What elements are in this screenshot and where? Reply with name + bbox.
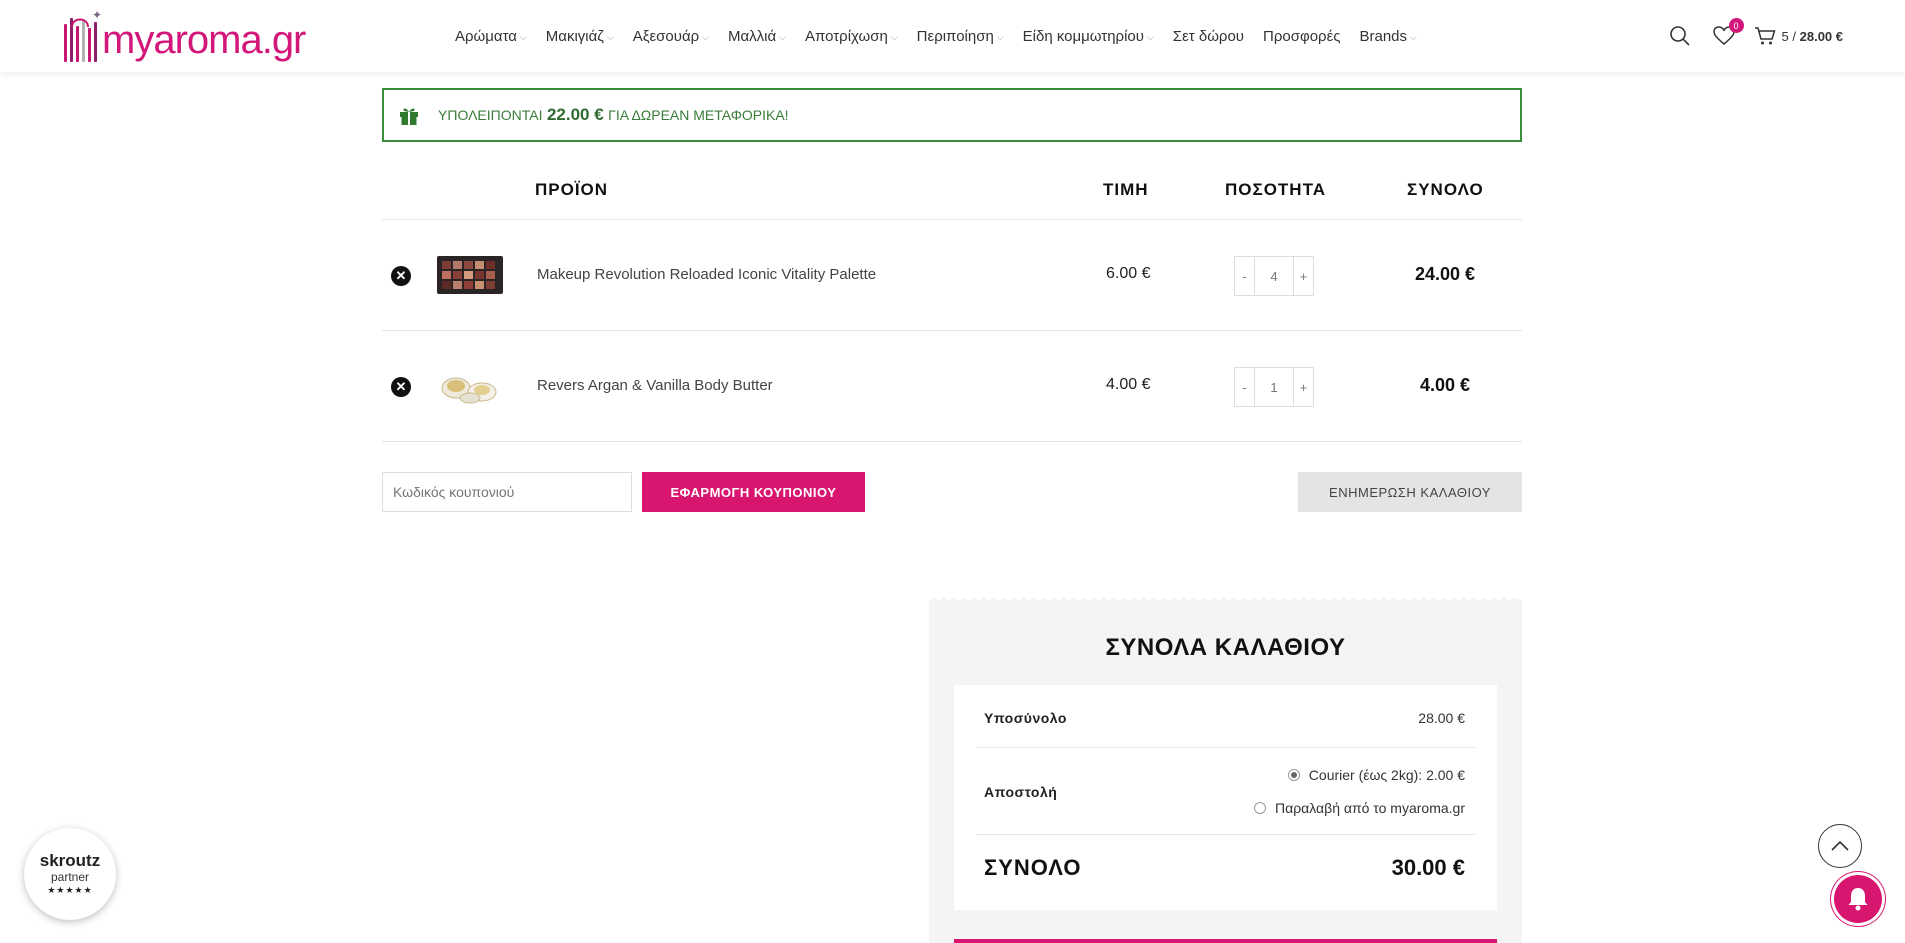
chevron-down-icon: ⌵ [1146,31,1154,42]
free-shipping-notice: ΥΠΟΛΕΙΠΟΝΤΑΙ 22.00 € ΓΙΑ ΔΩΡΕΑΝ ΜΕΤΑΦΟΡΙ… [382,88,1522,142]
cart-button[interactable]: 5 / 28.00 € [1754,22,1843,50]
logo-text: myaroma.gr [102,18,306,62]
shipping-label: Αποστολή [984,784,1058,800]
cart-row: ✕ Makeup Revolution Reloaded Iconic Vita… [382,220,1522,331]
update-cart-button[interactable]: ΕΝΗΜΕΡΩΣΗ ΚΑΛΑΘΙΟΥ [1298,472,1522,512]
checkout-button[interactable] [954,939,1497,943]
qty-input[interactable] [1255,257,1293,295]
notice-suffix: ΓΙΑ ΔΩΡΕΑΝ ΜΕΤΑΦΟΡΙΚΑ! [608,107,789,123]
nav-item-aksesouar[interactable]: Αξεσουάρ ⌵ [633,28,709,45]
sparkle-icon: ✦ [92,8,103,22]
chevron-down-icon: ⌵ [606,31,614,42]
cart-table-header: ΠΡΟΪΟΝ ΤΙΜΗ ΠΟΣΟΤΗΤΑ ΣΥΝΟΛΟ [382,160,1522,220]
chevron-down-icon: ⌵ [1410,31,1417,42]
product-name-link[interactable]: Revers Argan & Vanilla Body Butter [537,377,773,394]
site-logo[interactable]: ✦ myaroma.gr [62,8,306,62]
nav-item-mallia[interactable]: Μαλλιά ⌵ [728,28,786,45]
grand-total-value: 30.00 € [1391,855,1465,880]
cart-totals-panel: ΣΥΝΟΛΑ ΚΑΛΑΘΙΟΥ Υποσύνολο 28.00 € Αποστο… [929,598,1522,943]
nav-item-prosfores[interactable]: Προσφορές [1263,28,1340,45]
nav-item-peripoiisi[interactable]: Περιποίηση ⌵ [917,28,1004,45]
main-nav: Αρώματα ⌵ Μακιγιάζ ⌵ Αξεσουάρ ⌵ Μαλλιά ⌵ Απο… [455,0,1436,72]
site-header: ✦ myaroma.gr Αρώματα ⌵ Μακιγιάζ ⌵ Αξεσουάρ… [0,0,1905,72]
product-thumbnail-palette[interactable] [436,253,504,297]
cart-totals-table: Υποσύνολο 28.00 € Αποστολή Courier (έως … [954,685,1497,910]
remove-item-button[interactable]: ✕ [391,266,411,286]
scroll-to-top-button[interactable] [1818,824,1862,868]
chevron-down-icon: ⌵ [996,31,1004,42]
apply-coupon-button[interactable]: ΕΦΑΡΜΟΓΗ ΚΟΥΠΟΝΙΟΥ [642,472,865,512]
cart-icon [1754,27,1776,45]
wishlist-button[interactable]: 0 [1710,18,1744,50]
row-subtotal: 24.00 € [1415,264,1476,284]
nav-item-set-dorou[interactable]: Σετ δώρου [1173,28,1244,45]
skroutz-partner-badge[interactable]: skroutz partner ★★★★★ [24,828,116,920]
qty-input[interactable] [1255,368,1293,406]
wishlist-count-badge: 0 [1728,18,1744,33]
qty-plus-button[interactable]: + [1293,368,1313,406]
radio-unselected-icon[interactable] [1254,802,1266,814]
chevron-down-icon: ⌵ [890,31,898,42]
zigzag-edge [929,598,1522,602]
chevron-down-icon: ⌵ [779,31,786,42]
quantity-stepper: - + [1234,367,1314,407]
search-icon[interactable] [1666,22,1694,50]
nav-item-eidi-kommotiriou[interactable]: Είδη κομμωτηρίου ⌵ [1023,28,1154,45]
nav-item-aromata[interactable]: Αρώματα ⌵ [455,28,527,45]
shipping-row: Αποστολή Courier (έως 2kg): 2.00 € Παραλ… [976,748,1475,835]
grand-total-row: ΣΥΝΟΛΟ 30.00 € [976,835,1475,908]
product-price: 4.00 € [1106,376,1151,393]
gift-icon [400,108,418,125]
header-total: ΣΥΝΟΛΟ [1407,180,1484,199]
notice-amount: 22.00 € [546,105,604,124]
header-actions: 0 5 / 28.00 € [1650,0,1843,72]
bell-icon [1848,888,1868,911]
cart-summary: 5 / 28.00 € [1781,28,1843,44]
header-price: ΤΙΜΗ [1103,180,1149,199]
qty-minus-button[interactable]: - [1235,368,1255,406]
chevron-up-icon [1831,840,1849,851]
subtotal-row: Υποσύνολο 28.00 € [976,685,1475,748]
remove-item-button[interactable]: ✕ [391,377,411,397]
cart-row: ✕ Revers Argan & Vanilla Body Butter 4.0… [382,331,1522,442]
qty-plus-button[interactable]: + [1293,257,1313,295]
nav-item-brands[interactable]: Brands ⌵ [1359,28,1416,45]
shipping-option-pickup[interactable]: Παραλαβή από το myaroma.gr [1254,800,1465,816]
header-product: ΠΡΟΪΟΝ [535,180,609,199]
shipping-option-courier[interactable]: Courier (έως 2kg): 2.00 € [1287,767,1465,783]
subtotal-label: Υποσύνολο [984,710,1067,726]
quantity-stepper: - + [1234,256,1314,296]
radio-selected-icon[interactable] [1287,769,1300,781]
nav-item-apotrixosi[interactable]: Αποτρίχωση ⌵ [805,28,898,45]
stars-icon: ★★★★★ [47,885,93,895]
product-price: 6.00 € [1106,265,1151,282]
chevron-down-icon: ⌵ [702,31,709,42]
notifications-bell-button[interactable] [1834,875,1882,923]
cart-table: ΠΡΟΪΟΝ ΤΙΜΗ ΠΟΣΟΤΗΤΑ ΣΥΝΟΛΟ ✕ Makeup Rev… [382,160,1522,442]
coupon-code-input[interactable] [382,472,632,512]
cart-totals-title: ΣΥΝΟΛΑ ΚΑΛΑΘΙΟΥ [1105,634,1346,661]
qty-minus-button[interactable]: - [1235,257,1255,295]
grand-total-label: ΣΥΝΟΛΟ [984,855,1082,880]
product-name-link[interactable]: Makeup Revolution Reloaded Iconic Vitali… [537,266,876,283]
header-quantity: ΠΟΣΟΤΗΤΑ [1225,180,1326,199]
subtotal-value: 28.00 € [1418,710,1465,726]
chevron-down-icon: ⌵ [519,31,527,42]
row-subtotal: 4.00 € [1420,375,1471,395]
product-thumbnail-body-butter[interactable] [436,364,504,408]
notice-prefix: ΥΠΟΛΕΙΠΟΝΤΑΙ [438,107,543,123]
nav-item-makigiaz[interactable]: Μακιγιάζ ⌵ [546,28,614,45]
